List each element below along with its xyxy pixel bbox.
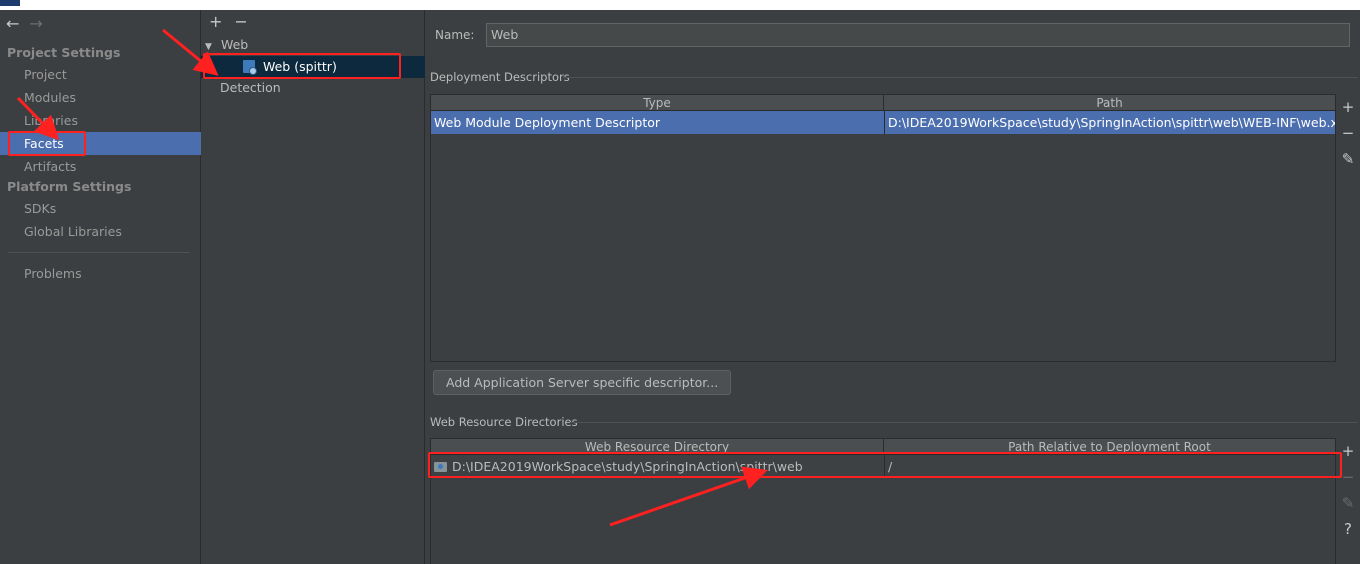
facet-detail-panel: Name: Web Deployment Descriptors Type Pa… <box>425 10 1360 564</box>
descriptor-tools: + − ✎ <box>1339 94 1357 172</box>
nav-item-project[interactable]: Project <box>0 63 201 86</box>
web-folder-icon <box>434 462 447 472</box>
nav-item-problems[interactable]: Problems <box>0 262 201 285</box>
column-header-type[interactable]: Type <box>431 95 884 110</box>
relative-path-cell: / <box>884 455 1335 478</box>
arrow-left-icon[interactable]: ← <box>6 14 19 34</box>
group-separator <box>563 77 1358 78</box>
window-title-bar <box>0 0 1360 10</box>
settings-nav-panel: ← → Project Settings Project Modules Lib… <box>0 10 201 564</box>
resource-directory-text: D:\IDEA2019WorkSpace\study\SpringInActio… <box>452 459 803 474</box>
tree-node-label: Web (spittr) <box>262 59 337 74</box>
deployment-descriptors-table: Type Path Web Module Deployment Descript… <box>430 94 1336 362</box>
arrow-right-icon[interactable]: → <box>29 14 42 34</box>
descriptor-type-cell: Web Module Deployment Descriptor <box>434 115 661 130</box>
app-icon <box>0 0 20 6</box>
group-separator <box>570 422 1358 423</box>
nav-item-modules[interactable]: Modules <box>0 86 201 109</box>
minus-icon[interactable]: − <box>1342 120 1355 146</box>
column-header-relative-path[interactable]: Path Relative to Deployment Root <box>884 439 1335 454</box>
project-settings-header: Project Settings <box>7 45 121 60</box>
nav-item-artifacts[interactable]: Artifacts <box>0 155 201 178</box>
nav-item-sdks[interactable]: SDKs <box>0 197 201 220</box>
pencil-icon[interactable]: ✎ <box>1342 146 1355 172</box>
tree-node-web[interactable]: ▼ Web <box>201 34 425 56</box>
name-input[interactable]: Web <box>486 23 1350 47</box>
tree-node-web-spittr[interactable]: Web (spittr) <box>201 56 425 78</box>
name-label: Name: <box>435 28 475 42</box>
web-resource-directories-table: Web Resource Directory Path Relative to … <box>430 438 1336 564</box>
column-header-path[interactable]: Path <box>884 95 1335 110</box>
table-header: Web Resource Directory Path Relative to … <box>431 439 1335 455</box>
facet-tree-toolbar: + − <box>209 13 248 31</box>
add-server-descriptor-button[interactable]: Add Application Server specific descript… <box>433 370 732 395</box>
pencil-icon[interactable]: ✎ <box>1342 490 1355 516</box>
tree-node-detection[interactable]: Detection <box>201 77 425 99</box>
web-resource-directories-title: Web Resource Directories <box>430 415 578 429</box>
help-icon[interactable]: ? <box>1344 516 1352 542</box>
table-header: Type Path <box>431 95 1335 111</box>
plus-icon[interactable]: + <box>209 13 222 31</box>
plus-icon[interactable]: + <box>1342 94 1355 120</box>
facet-tree-panel: + − ▼ Web Web (spittr) Detection <box>201 10 425 564</box>
minus-icon[interactable]: − <box>234 13 247 31</box>
resource-dir-tools: + − ✎ ? <box>1339 438 1357 542</box>
nav-arrows: ← → <box>6 14 43 34</box>
expand-caret-icon[interactable]: ▼ <box>205 36 217 58</box>
deployment-descriptors-title: Deployment Descriptors <box>430 70 570 84</box>
nav-item-facets[interactable]: Facets <box>0 132 201 155</box>
nav-divider <box>8 252 190 253</box>
nav-item-libraries[interactable]: Libraries <box>0 109 201 132</box>
platform-settings-header: Platform Settings <box>7 179 132 194</box>
column-header-directory[interactable]: Web Resource Directory <box>431 439 884 454</box>
table-row[interactable]: Web Module Deployment Descriptor D:\IDEA… <box>431 111 1335 134</box>
nav-item-global-libraries[interactable]: Global Libraries <box>0 220 201 243</box>
minus-icon[interactable]: − <box>1342 464 1355 490</box>
tree-node-label: Web <box>220 37 249 52</box>
table-row[interactable]: D:\IDEA2019WorkSpace\study\SpringInActio… <box>431 455 1335 478</box>
resource-directory-cell: D:\IDEA2019WorkSpace\study\SpringInActio… <box>431 455 884 478</box>
descriptor-path-cell: D:\IDEA2019WorkSpace\study\SpringInActio… <box>884 111 1335 134</box>
web-facet-icon <box>243 60 257 75</box>
plus-icon[interactable]: + <box>1342 438 1355 464</box>
